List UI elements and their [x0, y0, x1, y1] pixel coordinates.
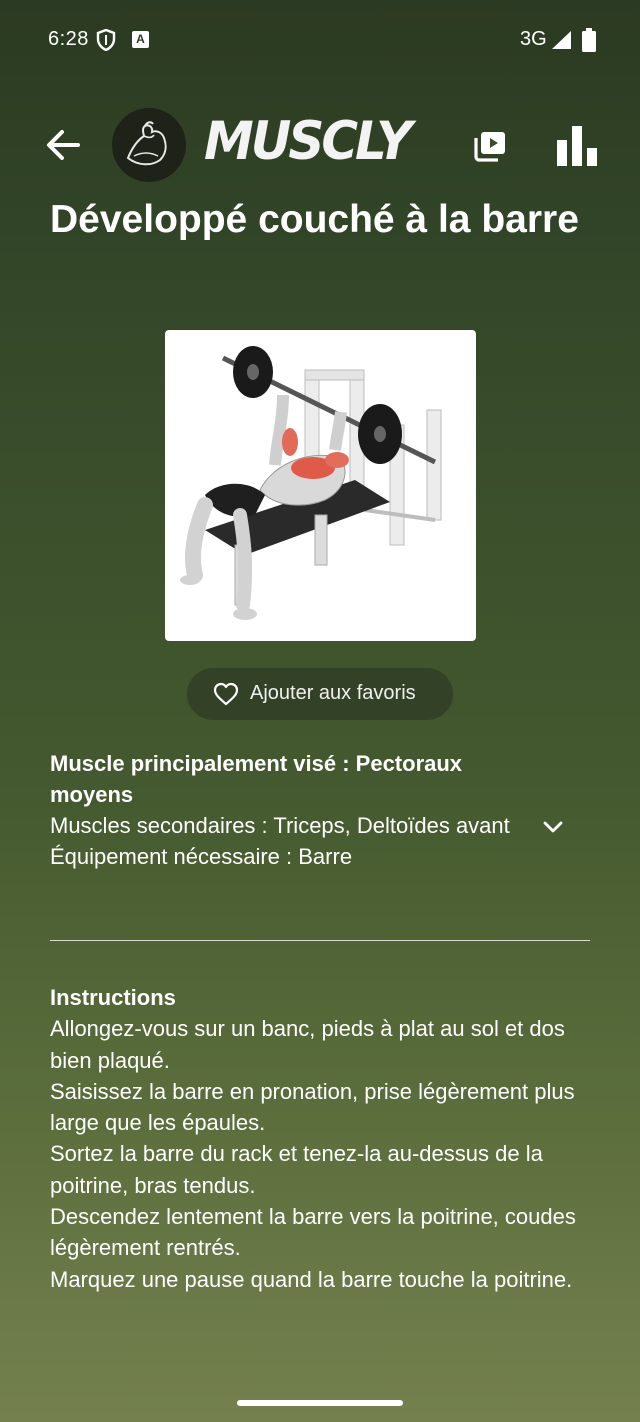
instruction-step: Allongez-vous sur un banc, pieds à plat … — [50, 1016, 565, 1073]
status-bar: 6:28 A 3G — [0, 0, 640, 82]
status-time: 6:28 — [48, 28, 89, 50]
notification-a-icon: A — [132, 31, 149, 48]
network-type: 3G — [520, 28, 547, 50]
exercise-image — [165, 330, 476, 641]
add-to-favorites-button[interactable]: Ajouter aux favoris — [187, 668, 453, 720]
add-to-favorites-label: Ajouter aux favoris — [250, 682, 416, 704]
instruction-step: Saisissez la barre en pronation, prise l… — [50, 1078, 575, 1136]
app-logo-text: MUSCLY — [204, 110, 412, 172]
back-arrow-icon[interactable] — [40, 122, 86, 168]
home-indicator[interactable] — [237, 1400, 403, 1406]
exercise-details: Muscle principalement visé : Pectoraux m… — [50, 748, 520, 872]
instruction-step: Marquez une pause quand la barre touche … — [50, 1266, 573, 1292]
app-bar: MUSCLY — [0, 100, 640, 192]
signal-icon — [552, 31, 571, 49]
chevron-down-icon[interactable] — [540, 814, 566, 840]
secondary-muscles: Muscles secondaires : Triceps, Deltoïdes… — [50, 813, 510, 838]
bar-chart-icon[interactable] — [556, 124, 600, 168]
shield-icon — [96, 29, 116, 51]
instructions-title: Instructions — [50, 985, 176, 1010]
instructions-section: Instructions Allongez-vous sur un banc, … — [50, 982, 600, 1295]
video-library-icon[interactable] — [472, 128, 508, 164]
heart-outline-icon — [213, 682, 239, 706]
primary-muscle: Muscle principalement visé : Pectoraux m… — [50, 751, 463, 807]
logo-biceps-icon — [112, 108, 186, 182]
instruction-step: Descendez lentement la barre vers la poi… — [50, 1204, 576, 1261]
battery-icon — [582, 28, 596, 52]
section-divider — [50, 940, 590, 941]
bench-press-illustration — [180, 346, 442, 620]
page-title: Développé couché à la barre — [50, 198, 579, 241]
equipment: Équipement nécessaire : Barre — [50, 844, 353, 869]
instruction-step: Sortez la barre du rack et tenez-la au-d… — [50, 1141, 543, 1198]
